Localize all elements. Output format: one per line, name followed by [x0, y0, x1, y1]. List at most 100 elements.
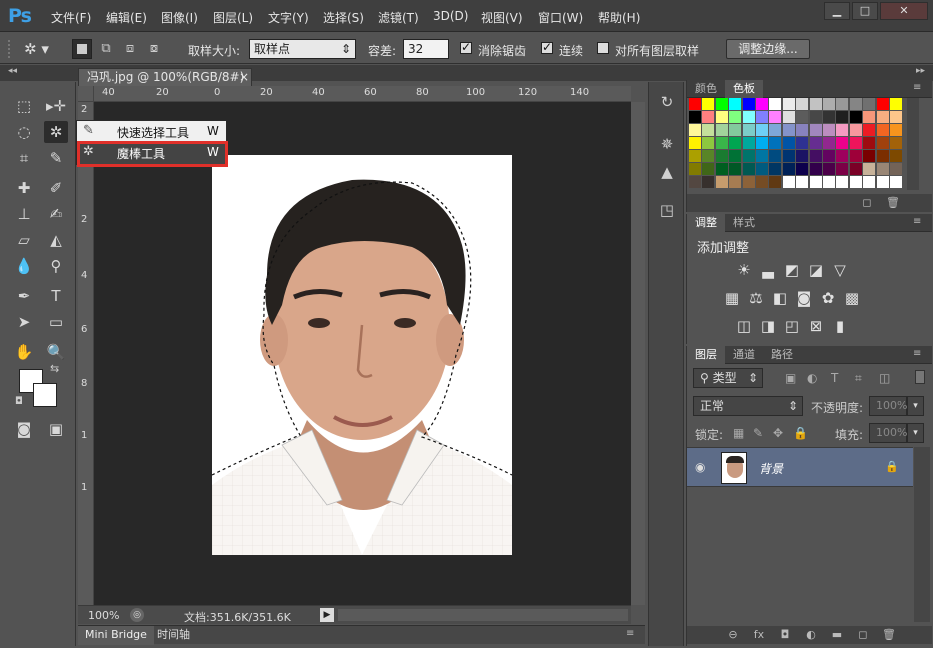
color-swatch[interactable] [715, 111, 728, 123]
layer-mask-icon[interactable]: ◘ [777, 628, 793, 642]
color-swatch[interactable] [729, 124, 742, 136]
vibrance-icon[interactable]: ▽ [831, 261, 849, 279]
layer-row-background[interactable]: ◉ 背景 🔒 [687, 447, 913, 487]
color-swatch[interactable] [729, 137, 742, 149]
lasso-tool-icon[interactable]: ◌ [12, 121, 36, 143]
color-swatch[interactable] [702, 124, 715, 136]
color-swatch[interactable] [809, 150, 822, 162]
color-swatch[interactable] [756, 150, 768, 162]
color-swatch[interactable] [876, 150, 889, 162]
panel-menu-icon[interactable]: ≡ [913, 348, 921, 359]
color-swatch[interactable] [742, 137, 755, 149]
default-colors-icon[interactable]: ◘ [15, 396, 23, 407]
color-swatch[interactable] [809, 124, 822, 136]
color-swatch[interactable] [689, 150, 701, 162]
clone-stamp-icon[interactable]: ⊥ [12, 203, 36, 225]
eraser-tool-icon[interactable]: ▱ [12, 229, 36, 251]
3d-panel-icon[interactable]: ◳ [657, 200, 677, 220]
filter-adjustment-icon[interactable]: ◐ [807, 371, 817, 385]
intersect-selection-icon[interactable]: ⧇ [144, 39, 164, 59]
color-swatch[interactable] [782, 111, 795, 123]
color-swatch[interactable] [890, 137, 902, 149]
color-swatch[interactable] [890, 111, 902, 123]
panel-menu-icon[interactable]: ≡ [913, 82, 921, 93]
color-swatch[interactable] [809, 163, 822, 175]
collapse-right-icon[interactable]: ▸▸ [916, 66, 925, 76]
close-button[interactable]: ✕ [880, 2, 928, 20]
color-swatch[interactable] [836, 124, 849, 136]
magic-wand-preset-icon[interactable]: ✲ ▾ [24, 39, 60, 59]
color-swatch[interactable] [756, 98, 768, 110]
opacity-dropdown-icon[interactable]: ▾ [907, 396, 924, 416]
color-swatch[interactable] [756, 163, 768, 175]
tab-styles[interactable]: 样式 [725, 214, 763, 232]
color-swatch[interactable] [809, 176, 822, 188]
visibility-eye-icon[interactable]: ◉ [695, 460, 705, 474]
menu-select[interactable]: 选择(S) [323, 9, 364, 26]
magic-wand-tool-icon[interactable]: ✲ [44, 121, 68, 143]
quick-mask-icon[interactable]: ◙ [12, 418, 36, 440]
color-lookup-icon[interactable]: ▩ [843, 289, 861, 307]
color-swatch[interactable] [863, 98, 876, 110]
color-swatch[interactable] [849, 137, 862, 149]
color-swatch[interactable] [769, 176, 782, 188]
navigator-panel-icon[interactable]: ✵ [657, 134, 677, 154]
color-swatch[interactable] [890, 98, 902, 110]
color-swatch[interactable] [876, 137, 889, 149]
document-tab[interactable]: 冯巩.jpg @ 100%(RGB/8#) × [78, 68, 252, 86]
tab-paths[interactable]: 路径 [763, 346, 801, 364]
histogram-panel-icon[interactable]: ▲ [657, 162, 677, 182]
antialias-checkbox[interactable] [460, 40, 472, 54]
lock-position-icon[interactable]: ✥ [773, 426, 783, 440]
fill-dropdown-icon[interactable]: ▾ [907, 423, 924, 443]
color-swatch[interactable] [715, 98, 728, 110]
color-swatch[interactable] [769, 111, 782, 123]
marquee-tool-icon[interactable]: ⬚ [12, 95, 36, 117]
status-info-icon[interactable]: ◎ [130, 608, 144, 622]
filter-pixel-icon[interactable]: ▣ [785, 371, 796, 385]
tab-timeline[interactable]: 时间轴 [150, 626, 197, 645]
color-swatch[interactable] [702, 150, 715, 162]
color-swatch[interactable] [876, 176, 889, 188]
color-swatch[interactable] [863, 137, 876, 149]
color-swatch[interactable] [796, 98, 809, 110]
opacity-input[interactable]: 100% [869, 396, 907, 416]
color-swatch[interactable] [782, 176, 795, 188]
color-swatch[interactable] [849, 176, 862, 188]
menu-file[interactable]: 文件(F) [51, 9, 91, 26]
menu-layer[interactable]: 图层(L) [213, 9, 253, 26]
color-swatch[interactable] [715, 137, 728, 149]
type-tool-icon[interactable]: T [44, 285, 68, 307]
color-swatch[interactable] [782, 163, 795, 175]
color-swatch[interactable] [849, 111, 862, 123]
layer-filter-select[interactable]: ⚲ 类型 ⇕ [693, 368, 763, 388]
color-swatch[interactable] [890, 163, 902, 175]
color-swatch[interactable] [689, 176, 701, 188]
color-swatch[interactable] [769, 150, 782, 162]
color-swatch[interactable] [769, 98, 782, 110]
color-swatch[interactable] [769, 137, 782, 149]
vertical-scrollbar[interactable] [631, 102, 645, 605]
color-swatch[interactable] [769, 124, 782, 136]
color-swatch[interactable] [890, 124, 902, 136]
delete-layer-icon[interactable]: 🗑 [881, 628, 897, 642]
color-swatch[interactable] [756, 111, 768, 123]
zoom-tool-icon[interactable]: 🔍 [44, 341, 68, 363]
minimize-button[interactable]: ▁ [824, 2, 850, 20]
menu-type[interactable]: 文字(Y) [268, 9, 309, 26]
horizontal-scrollbar[interactable] [338, 609, 628, 621]
brightness-contrast-icon[interactable]: ☀ [735, 261, 753, 279]
color-swatch[interactable] [702, 137, 715, 149]
color-swatch[interactable] [796, 124, 809, 136]
selective-color-icon[interactable]: ⊠ [807, 317, 825, 335]
color-swatch[interactable] [702, 163, 715, 175]
black-white-icon[interactable]: ◧ [771, 289, 789, 307]
color-swatch[interactable] [863, 163, 876, 175]
color-swatch[interactable] [823, 163, 835, 175]
color-swatch[interactable] [742, 150, 755, 162]
color-swatch[interactable] [715, 150, 728, 162]
color-swatch[interactable] [715, 163, 728, 175]
brush-tool-icon[interactable]: ✐ [44, 177, 68, 199]
color-swatch[interactable] [836, 163, 849, 175]
menu-filter[interactable]: 滤镜(T) [378, 9, 419, 26]
